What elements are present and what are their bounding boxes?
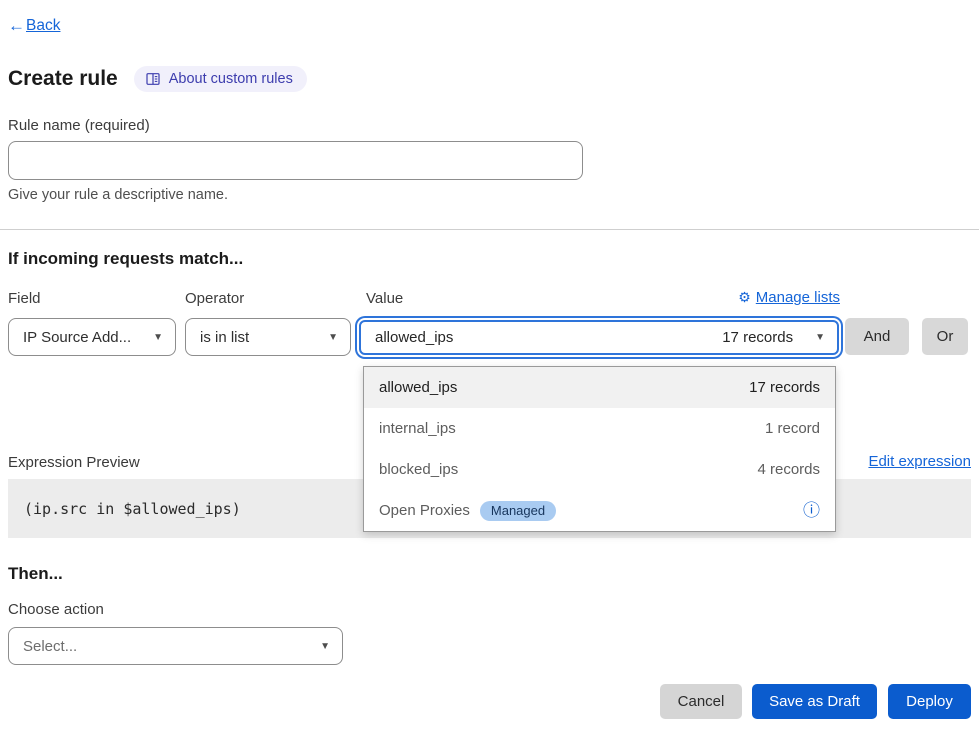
title-row: Create rule About custom rules: [8, 66, 307, 92]
expression-preview-label: Expression Preview: [8, 454, 140, 471]
list-item-records: 17 records: [749, 379, 820, 396]
save-as-draft-button[interactable]: Save as Draft: [752, 684, 877, 719]
value-select-value: allowed_ips: [375, 329, 453, 346]
list-item-name: blocked_ips: [379, 461, 458, 478]
edit-expression-link[interactable]: Edit expression: [868, 453, 971, 470]
info-icon[interactable]: ⓘ: [803, 502, 820, 519]
field-select[interactable]: IP Source Add... ▼: [8, 318, 176, 356]
chevron-down-icon: ▼: [320, 641, 330, 652]
value-select[interactable]: allowed_ips 17 records ▼: [359, 320, 839, 355]
value-dropdown-panel: allowed_ips 17 records internal_ips 1 re…: [363, 366, 836, 532]
field-label: Field: [8, 290, 41, 307]
manage-lists-link[interactable]: ⚙ Manage lists: [738, 289, 840, 306]
section-divider: [0, 229, 979, 230]
and-button[interactable]: And: [845, 318, 909, 355]
list-item-open-proxies[interactable]: Open Proxies Managed ⓘ: [364, 490, 835, 531]
book-icon: [145, 71, 161, 87]
then-section-heading: Then...: [8, 564, 63, 584]
rule-name-input[interactable]: [8, 141, 583, 180]
choose-action-label: Choose action: [8, 601, 104, 618]
list-item-name: internal_ips: [379, 420, 456, 437]
page-title: Create rule: [8, 67, 118, 91]
chevron-down-icon: ▼: [153, 332, 163, 343]
list-item-records: 4 records: [757, 461, 820, 478]
deploy-button[interactable]: Deploy: [888, 684, 971, 719]
create-rule-page: ←Back Create rule About custom rules Rul…: [0, 0, 979, 739]
rule-name-label: Rule name (required): [8, 117, 150, 134]
about-custom-rules-label: About custom rules: [169, 71, 293, 87]
manage-lists-label: Manage lists: [756, 289, 840, 306]
match-section-heading: If incoming requests match...: [8, 249, 243, 269]
operator-select-value: is in list: [200, 329, 249, 346]
or-button[interactable]: Or: [922, 318, 968, 355]
list-item-internal-ips[interactable]: internal_ips 1 record: [364, 408, 835, 449]
value-select-records: 17 records: [722, 329, 793, 346]
list-item-records: 1 record: [765, 420, 820, 437]
action-select[interactable]: Select... ▼: [8, 627, 343, 665]
chevron-down-icon: ▼: [815, 332, 825, 343]
list-item-name: allowed_ips: [379, 379, 457, 396]
list-item-blocked-ips[interactable]: blocked_ips 4 records: [364, 449, 835, 490]
value-label: Value: [366, 290, 403, 307]
list-item-name: Open Proxies: [379, 502, 470, 519]
back-arrow-icon: ←: [8, 16, 25, 36]
chevron-down-icon: ▼: [328, 332, 338, 343]
managed-badge: Managed: [480, 501, 556, 521]
expression-code: (ip.src in $allowed_ips): [8, 500, 241, 518]
field-select-value: IP Source Add...: [23, 329, 131, 346]
operator-select[interactable]: is in list ▼: [185, 318, 351, 356]
gear-icon: ⚙: [738, 289, 751, 306]
list-item-allowed-ips[interactable]: allowed_ips 17 records: [364, 367, 835, 408]
about-custom-rules-link[interactable]: About custom rules: [134, 66, 307, 92]
cancel-button[interactable]: Cancel: [660, 684, 742, 719]
action-select-placeholder: Select...: [23, 638, 77, 655]
back-link-label: Back: [26, 17, 60, 35]
operator-label: Operator: [185, 290, 244, 307]
rule-name-helper-text: Give your rule a descriptive name.: [8, 187, 228, 203]
back-link[interactable]: ←Back: [8, 16, 60, 36]
